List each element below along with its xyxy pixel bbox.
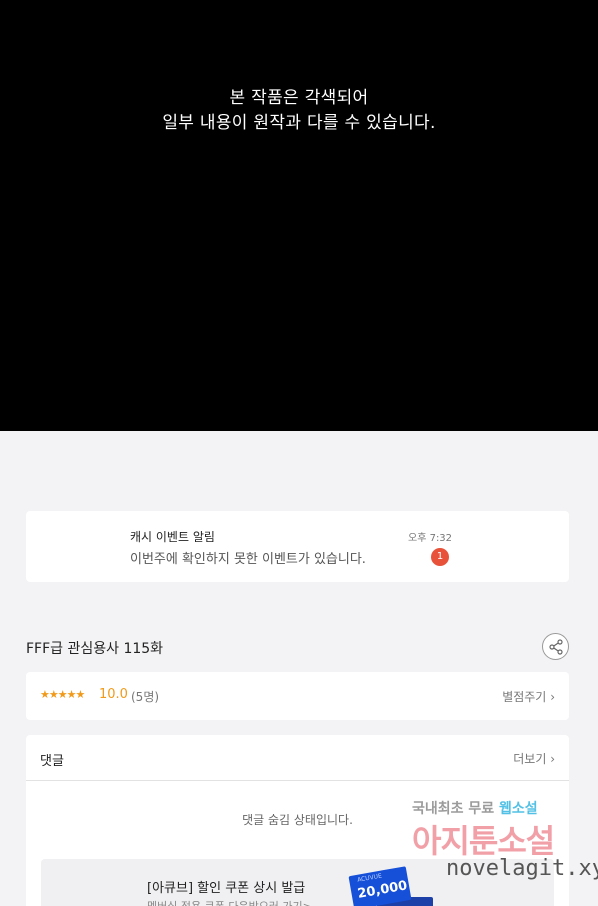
rate-label: 별점주기 xyxy=(502,690,547,704)
alert-message: 이번주에 확인하지 못한 이벤트가 있습니다. xyxy=(130,552,366,567)
coupon-image: ACUVUE 20,000 xyxy=(348,866,412,906)
comments-label: 댓글 xyxy=(40,754,64,769)
alert-count-badge: 1 xyxy=(431,548,449,566)
site-watermark: 국내최초 무료 웹소설 아지툰소설 novelagit.xyz xyxy=(410,798,598,890)
webtoon-viewer: 본 작품은 각색되어 일부 내용이 원작과 다를 수 있습니다. xyxy=(0,0,598,431)
watermark-url: novelagit.xyz xyxy=(446,856,598,881)
adaptation-notice-line1: 본 작품은 각색되어 xyxy=(229,88,369,108)
more-label: 더보기 xyxy=(513,752,547,766)
adaptation-notice-line2: 일부 내용이 원작과 다를 수 있습니다. xyxy=(162,113,436,133)
rate-button[interactable]: 별점주기 › xyxy=(502,688,555,705)
chevron-right-icon: › xyxy=(550,752,555,766)
rating-score: 10.0 xyxy=(99,687,128,702)
alert-time: 오후 7:32 xyxy=(408,533,453,544)
rating-card: ★★★★★ 10.0 (5명) 별점주기 › xyxy=(26,672,569,720)
episode-title: FFF급 관심용사 115화 xyxy=(26,641,164,657)
rating-stars: ★★★★★ xyxy=(40,688,85,701)
chevron-right-icon: › xyxy=(550,690,555,704)
cash-event-alert-card[interactable]: 캐시 이벤트 알림 이번주에 확인하지 못한 이벤트가 있습니다. 오후 7:3… xyxy=(26,511,569,582)
share-button[interactable] xyxy=(542,633,569,660)
comments-more-button[interactable]: 더보기 › xyxy=(513,750,555,767)
rating-count: (5명) xyxy=(131,690,160,704)
banner-title: [아큐브] 할인 쿠폰 상시 발급 xyxy=(147,881,306,896)
watermark-line1: 국내최초 무료 웹소설 xyxy=(412,801,538,817)
comments-header: 댓글 더보기 › xyxy=(26,735,569,781)
alert-title: 캐시 이벤트 알림 xyxy=(130,530,215,544)
share-icon xyxy=(549,639,563,655)
banner-subtitle: 멤버십 적용 쿠폰 다운받으러 가기> xyxy=(147,898,312,906)
